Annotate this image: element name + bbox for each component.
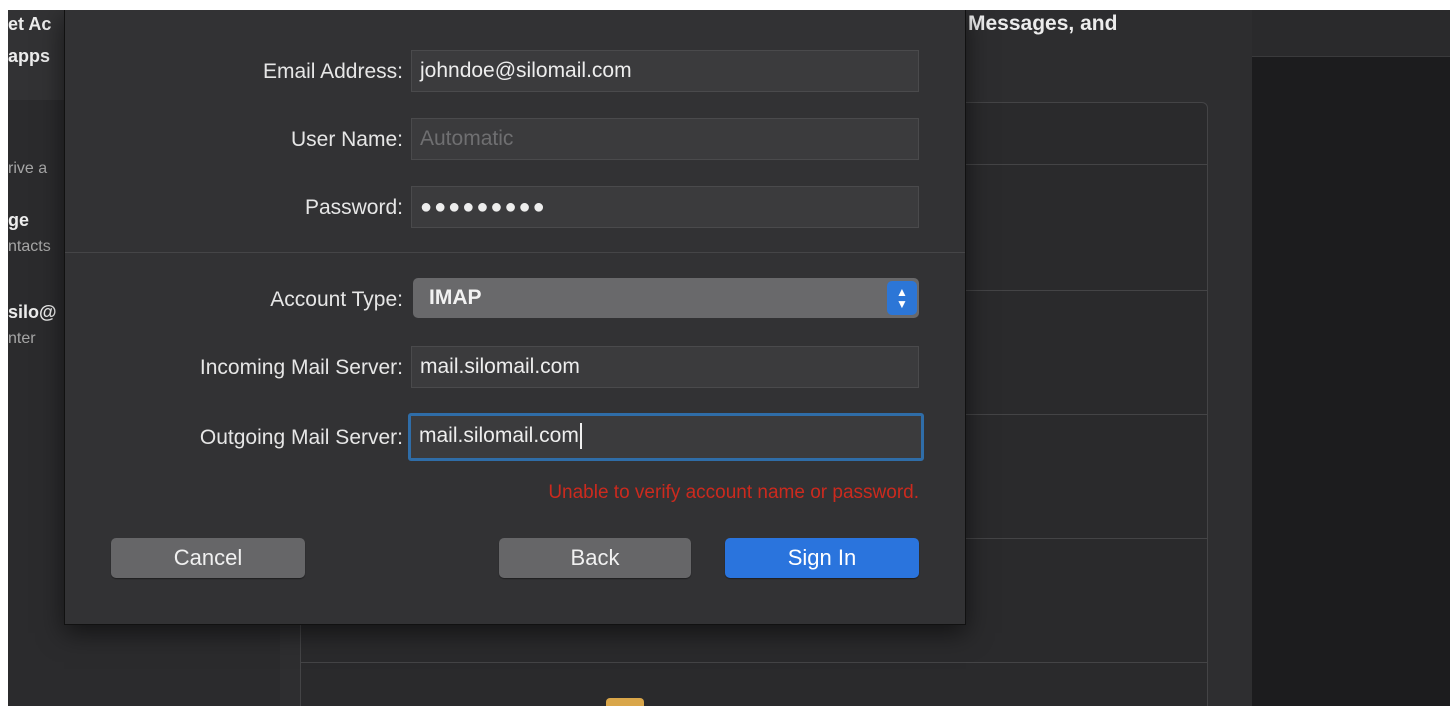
outgoing-server-field[interactable]: mail.silomail.com	[408, 413, 924, 461]
error-message: Unable to verify account name or passwor…	[548, 482, 919, 503]
text-caret	[579, 423, 582, 450]
background-right-pane	[1252, 10, 1450, 706]
list-separator	[301, 662, 1207, 663]
screen: et Ac apps rive a ge ntacts silo@ nter M…	[8, 10, 1450, 706]
email-field[interactable]: johndoe@silomail.com	[411, 50, 919, 92]
account-type-value: IMAP	[429, 286, 482, 309]
incoming-server-label: Incoming Mail Server:	[199, 356, 403, 379]
incoming-server-row: Incoming Mail Server: mail.silomail.com	[65, 346, 965, 390]
back-button[interactable]: Back	[499, 538, 691, 578]
account-type-label: Account Type:	[270, 288, 403, 311]
bg-header-fragment: Messages, and	[968, 12, 1118, 35]
password-row: Password: ●●●●●●●●●	[65, 186, 965, 230]
account-type-select[interactable]: IMAP ▲ ▼	[413, 278, 919, 318]
password-field[interactable]: ●●●●●●●●●	[411, 186, 919, 228]
bg-sidebar-fragment: nter	[8, 330, 36, 347]
username-label: User Name:	[290, 128, 403, 151]
sign-in-button[interactable]: Sign In	[725, 538, 919, 578]
folder-icon	[606, 698, 644, 706]
up-down-arrows-icon: ▲ ▼	[887, 281, 917, 315]
section-divider	[65, 252, 965, 253]
outgoing-server-row: Outgoing Mail Server: mail.silomail.com	[65, 413, 965, 461]
account-type-row: Account Type: IMAP ▲ ▼	[65, 278, 965, 322]
bg-sidebar-fragment: silo@	[8, 302, 57, 322]
cancel-button[interactable]: Cancel	[111, 538, 305, 578]
bg-sidebar-fragment: rive a	[8, 160, 48, 177]
bg-sidebar-fragment: et Ac	[8, 14, 52, 34]
incoming-server-field[interactable]: mail.silomail.com	[411, 346, 919, 388]
account-setup-sheet: Email Address: johndoe@silomail.com User…	[64, 10, 966, 625]
outgoing-server-label: Outgoing Mail Server:	[199, 426, 403, 449]
username-field[interactable]: Automatic	[411, 118, 919, 160]
outgoing-server-value: mail.silomail.com	[419, 424, 579, 447]
email-row: Email Address: johndoe@silomail.com	[65, 50, 965, 94]
email-label: Email Address:	[262, 60, 403, 83]
bottom-margin	[0, 706, 1450, 716]
bg-sidebar-fragment: ge	[8, 210, 30, 230]
username-row: User Name: Automatic	[65, 118, 965, 162]
background-right-header	[1252, 10, 1450, 57]
password-label: Password:	[304, 196, 403, 219]
bg-sidebar-fragment: ntacts	[8, 238, 51, 255]
bg-sidebar-fragment: apps	[8, 46, 51, 66]
